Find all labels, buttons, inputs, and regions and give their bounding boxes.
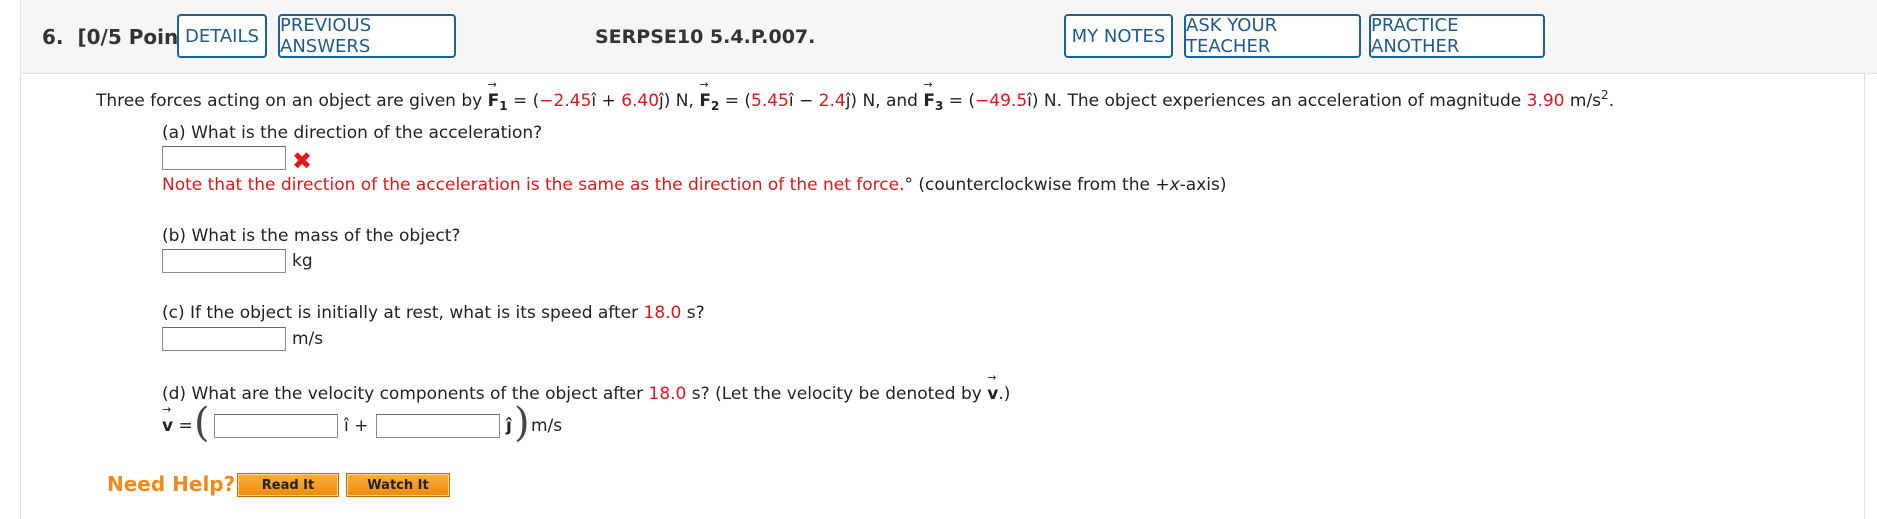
part-d-vx-input[interactable] — [214, 414, 338, 438]
force-vector-f1: F1 — [488, 78, 508, 113]
content-right-border — [1864, 73, 1865, 519]
previous-answers-button[interactable]: PREVIOUS ANSWERS — [278, 14, 456, 58]
question-header: 6. [0/5 Points] DETAILS PREVIOUS ANSWERS… — [20, 0, 1877, 74]
problem-code: SERPSE10 5.4.P.007. — [595, 26, 816, 48]
acceleration-value: 3.90 — [1526, 91, 1565, 111]
content-left-border — [20, 73, 21, 519]
my-notes-button[interactable]: MY NOTES — [1064, 14, 1173, 58]
part-b-question: (b) What is the mass of the object? — [162, 226, 461, 246]
part-c-unit: m/s — [292, 329, 324, 349]
ask-your-teacher-button[interactable]: ASK YOUR TEACHER — [1184, 14, 1361, 58]
part-d-vy-input[interactable] — [376, 414, 500, 438]
left-parenthesis: ( — [194, 400, 210, 446]
part-a-answer-input[interactable] — [162, 146, 286, 170]
part-d-lhs: v = — [162, 403, 193, 436]
watch-it-button[interactable]: Watch It — [346, 473, 450, 497]
part-a-question: (a) What is the direction of the acceler… — [162, 123, 543, 143]
right-parenthesis: ) — [514, 400, 530, 446]
need-help-label: Need Help? — [107, 472, 236, 496]
part-d-unit: m/s — [531, 416, 563, 436]
part-c-question: (c) If the object is initially at rest, … — [162, 303, 705, 323]
force-vector-f2: F2 — [699, 78, 719, 113]
part-d-question: (d) What are the velocity components of … — [162, 371, 1010, 404]
part-c-answer-input[interactable] — [162, 327, 286, 351]
practice-another-button[interactable]: PRACTICE ANOTHER — [1369, 14, 1545, 58]
part-a-unit: ° (counterclockwise from the + — [904, 175, 1170, 195]
part-d-i-hat: î + — [344, 416, 369, 436]
part-d-j-hat: ĵ — [506, 416, 512, 436]
problem-statement: Three forces acting on an object are giv… — [96, 78, 1614, 113]
velocity-vector-symbol: v — [987, 371, 998, 404]
part-b-answer-input[interactable] — [162, 249, 286, 273]
read-it-button[interactable]: Read It — [237, 473, 339, 497]
part-b-unit: kg — [292, 251, 313, 271]
incorrect-x-icon: ✖ — [292, 147, 313, 175]
force-vector-f3: F3 — [923, 78, 943, 113]
part-a-feedback: Note that the direction of the accelerat… — [162, 175, 905, 195]
part-a-feedback-line: Note that the direction of the accelerat… — [162, 175, 1227, 195]
details-button[interactable]: DETAILS — [177, 14, 267, 58]
